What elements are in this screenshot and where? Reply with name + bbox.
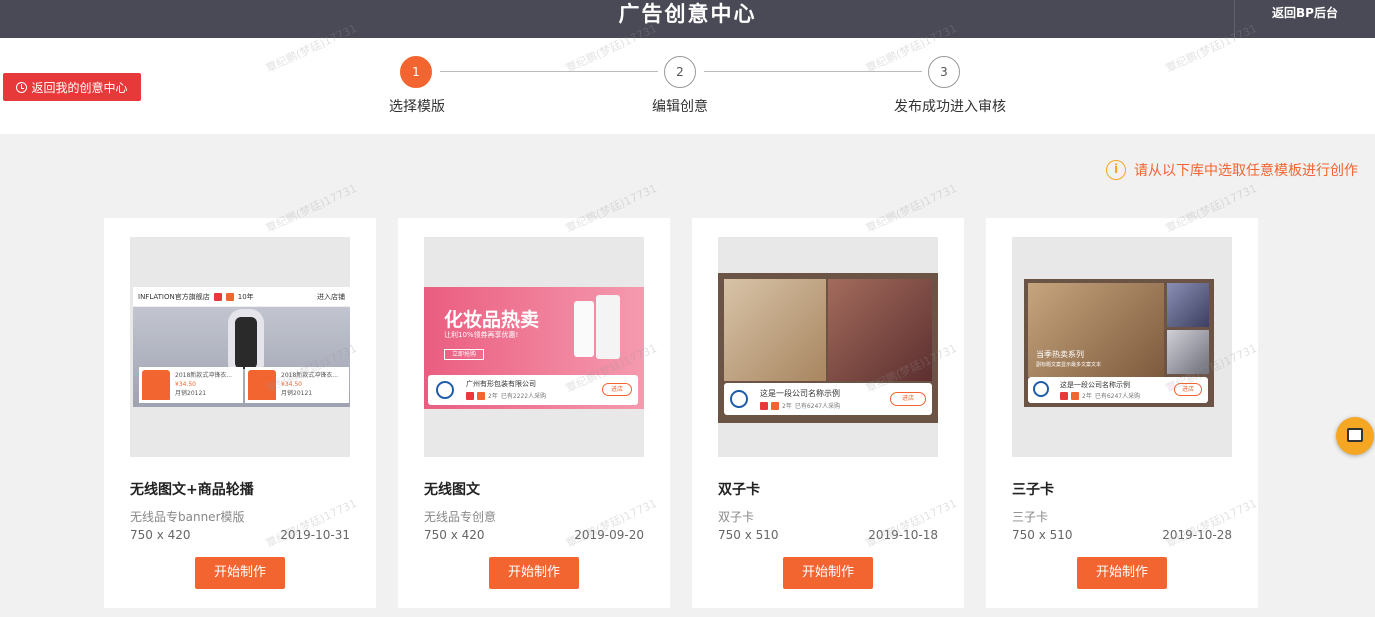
template-date: 2019-10-18 [868,528,938,542]
photo-right [828,279,932,381]
template-desc: 无线品专banner模版 [130,510,245,524]
photo-side-top [1167,283,1209,327]
template-date: 2019-10-28 [1162,528,1232,542]
template-hint: i 请从以下库中选取任意模板进行创作 [1106,160,1358,180]
template-desc: 三子卡 [1012,510,1049,524]
template-name: 无线图文+商品轮播 [130,482,254,498]
step-bar: 返回我的创意中心 1 2 3 选择模版 编辑创意 发布成功进入审核 [0,38,1375,134]
step-3-label: 发布成功进入审核 [894,99,1006,115]
back-button-label: 返回我的创意中心 [31,80,128,95]
template-name: 无线图文 [424,482,480,498]
step-2-circle: 2 [664,56,696,88]
back-to-creative-center-button[interactable]: 返回我的创意中心 [3,73,141,101]
step-2-label: 编辑创意 [652,99,708,115]
start-button[interactable]: 开始制作 [489,557,579,589]
template-card[interactable]: INFLATION官方旗舰店 10年 进入店铺 2018新款式冲锋衣... ¥3… [104,218,376,608]
template-card[interactable]: 这是一段公司名称示例 2年 已有6247人采购 进店 双子卡 双子卡 750 x… [692,218,964,608]
top-bar: 广告创意中心 返回BP后台 [0,0,1375,38]
hint-text: 请从以下库中选取任意模板进行创作 [1134,163,1358,179]
photo-side-bottom [1167,330,1209,374]
template-preview: 这是一段公司名称示例 2年 已有6247人采购 进店 [718,237,938,457]
preview-headline: 化妆品热卖 [444,309,540,331]
start-button[interactable]: 开始制作 [195,557,285,589]
preview-product: 2018新款式冲锋衣... ¥34.50 月销20121 [245,367,349,403]
company-logo [730,390,748,408]
cosmetic-tube [574,301,594,357]
template-preview: 化妆品热卖 让利10%领券再享优惠! 立即抢购 广州有形包装有限公司 2年 已有… [424,237,644,457]
start-button[interactable]: 开始制作 [1077,557,1167,589]
photo-left [724,279,826,381]
template-name: 双子卡 [718,482,760,498]
template-date: 2019-10-31 [280,528,350,542]
template-preview: INFLATION官方旗舰店 10年 进入店铺 2018新款式冲锋衣... ¥3… [130,237,350,457]
template-size: 750 x 420 [130,528,191,542]
step-1-circle: 1 [400,56,432,88]
template-preview: 当季热卖系列 副标题文案显示最多文案文本 这是一段公司名称示例 2年 已有624… [1012,237,1232,457]
company-logo [436,381,454,399]
template-desc: 无线品专创意 [424,510,497,524]
feedback-icon[interactable] [1336,417,1374,455]
template-name: 三子卡 [1012,482,1054,498]
preview-product: 2018新款式冲锋衣... ¥34.50 月销20121 [139,367,243,403]
back-to-bp-button[interactable]: 返回BP后台 [1234,0,1375,38]
step-connector [440,71,658,72]
template-size: 750 x 510 [1012,528,1073,542]
preview-shop-name: INFLATION官方旗舰店 [138,292,210,301]
step-1-label: 选择模版 [389,99,445,115]
page-title: 广告创意中心 [618,2,757,26]
template-desc: 双子卡 [718,510,755,524]
clock-icon [16,81,28,93]
cosmetic-tube [596,295,620,359]
step-connector [704,71,922,72]
template-date: 2019-09-20 [574,528,644,542]
template-card[interactable]: 当季热卖系列 副标题文案显示最多文案文本 这是一段公司名称示例 2年 已有624… [986,218,1258,608]
info-icon: i [1106,160,1126,180]
template-size: 750 x 510 [718,528,779,542]
step-3-circle: 3 [928,56,960,88]
template-size: 750 x 420 [424,528,485,542]
template-card[interactable]: 化妆品热卖 让利10%领券再享优惠! 立即抢购 广州有形包装有限公司 2年 已有… [398,218,670,608]
company-logo [1033,381,1049,397]
start-button[interactable]: 开始制作 [783,557,873,589]
photo-main: 当季热卖系列 副标题文案显示最多文案文本 [1028,283,1164,377]
